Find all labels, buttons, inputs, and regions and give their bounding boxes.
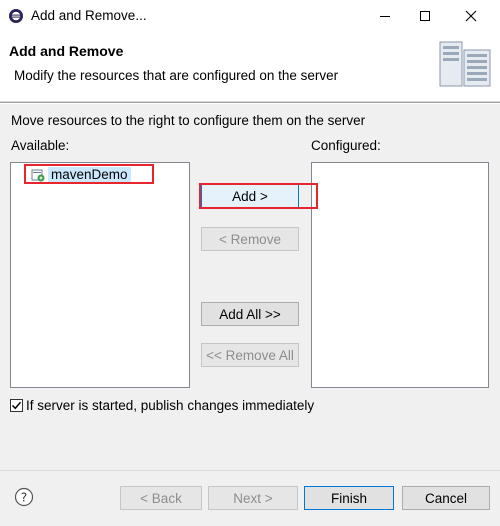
configured-label: Configured: [311,138,381,153]
window-title: Add and Remove... [31,8,147,23]
remove-all-button[interactable]: << Remove All [201,343,299,367]
maximize-icon [420,11,430,21]
configured-list[interactable] [311,162,489,388]
publish-checkbox[interactable] [10,399,23,412]
maximize-button[interactable] [402,0,448,32]
remove-button[interactable]: < Remove [201,227,299,251]
server-icon [438,36,494,92]
back-button[interactable]: < Back [120,486,202,510]
available-list[interactable]: mavenDemo [10,162,190,388]
finish-button[interactable]: Finish [304,486,394,510]
close-button[interactable] [448,0,494,32]
highlight-annotation [199,183,318,209]
help-icon[interactable]: ? [14,487,34,507]
add-all-button[interactable]: Add All >> [201,302,299,326]
minimize-icon [380,16,390,17]
publish-option[interactable]: If server is started, publish changes im… [10,398,314,413]
instruction-text: Move resources to the right to configure… [11,113,366,128]
close-icon [465,10,477,22]
highlight-annotation [24,164,154,184]
header-separator [0,102,500,104]
next-button[interactable]: Next > [208,486,298,510]
footer-separator [0,470,500,471]
page-title: Add and Remove [9,43,124,59]
wizard-header: Add and Remove Modify the resources that… [0,32,500,102]
available-label: Available: [11,138,70,153]
page-description: Modify the resources that are configured… [14,68,339,83]
title-bar: Add and Remove... [0,0,500,32]
svg-text:?: ? [21,491,27,505]
check-icon [11,401,22,410]
eclipse-app-icon [8,8,24,24]
publish-label: If server is started, publish changes im… [26,398,315,413]
cancel-button[interactable]: Cancel [402,486,490,510]
